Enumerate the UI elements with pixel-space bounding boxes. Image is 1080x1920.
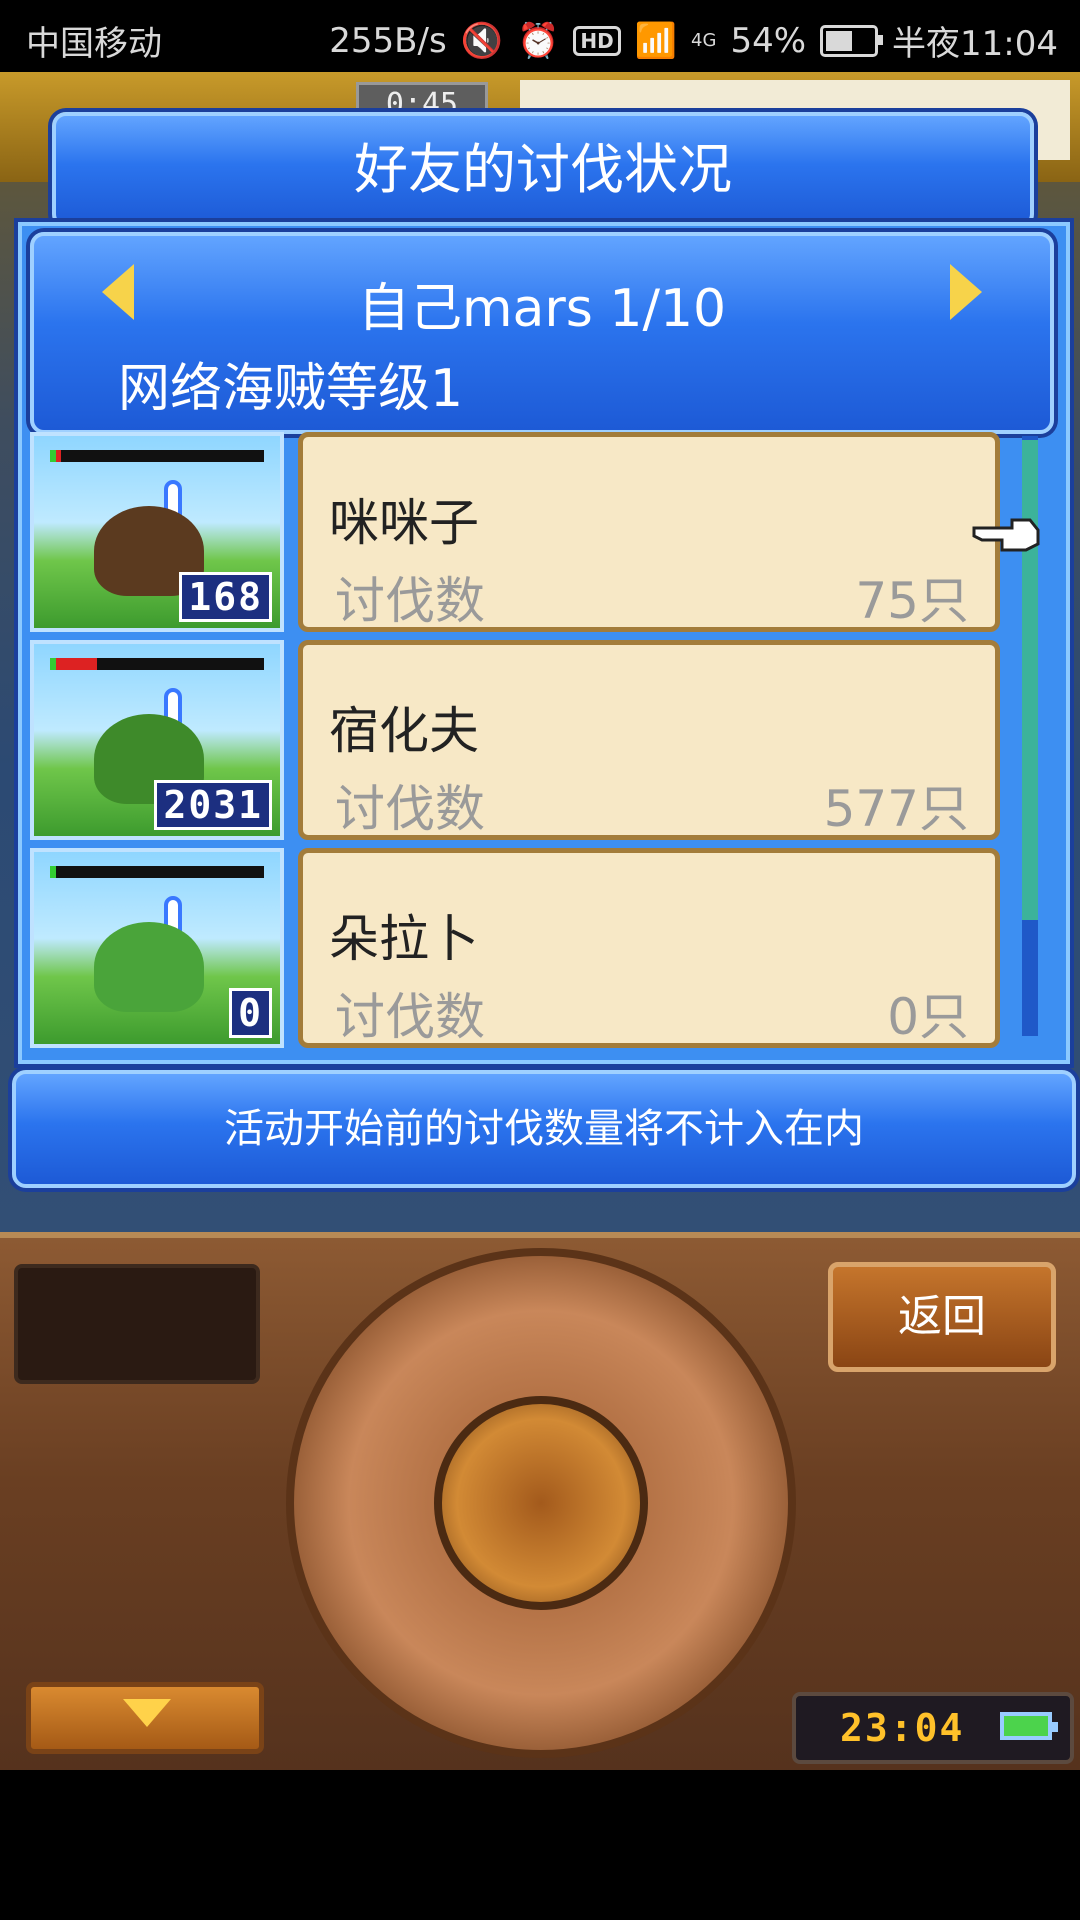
console-clock-time: 23:04: [840, 1706, 965, 1750]
kill-count-value: 75只: [855, 572, 969, 630]
friend-list[interactable]: 168 咪咪子 讨伐数 75只 2031 宿化夫 讨伐数 577只 0 朵拉卜 …: [30, 432, 1014, 1052]
kill-count-label: 讨伐数: [335, 572, 485, 630]
alarm-icon: ⏰: [517, 20, 560, 61]
dialog-title: 好友的讨伐状况: [354, 138, 732, 201]
down-arrow-button[interactable]: [26, 1682, 264, 1754]
kill-count-value: 577只: [823, 780, 969, 838]
monster-thumbnail: 2031: [30, 640, 284, 840]
bottom-bezel: [0, 1770, 1080, 1920]
monster-count: 0: [229, 988, 272, 1038]
net-speed: 255B/s: [329, 20, 447, 61]
carrier-label: 中国移动: [26, 24, 162, 64]
friend-row[interactable]: 2031 宿化夫 讨伐数 577只: [30, 640, 1014, 844]
hd-icon: HD: [573, 25, 621, 56]
game-console: 返回 23:04: [0, 1232, 1080, 1776]
status-bar: 中国移动 255B/s 🔇 ⏰ HD 📶 4G 54% 半夜11:04: [0, 0, 1080, 72]
notice-bar: 活动开始前的讨伐数量将不计入在内: [12, 1070, 1076, 1188]
kill-count-label: 讨伐数: [335, 988, 485, 1046]
kill-count-value: 0只: [887, 988, 969, 1046]
friend-row[interactable]: 168 咪咪子 讨伐数 75只: [30, 432, 1014, 636]
friend-card[interactable]: 咪咪子 讨伐数 75只: [298, 432, 1000, 632]
player-name: 自己mars 1/10: [357, 279, 727, 339]
console-clock: 23:04: [792, 1692, 1074, 1764]
wifi-icon: 📶: [634, 20, 678, 61]
mute-icon: 🔇: [460, 20, 503, 61]
dpad[interactable]: [286, 1248, 796, 1758]
next-arrow-icon[interactable]: [950, 264, 982, 320]
kill-count-label: 讨伐数: [335, 780, 485, 838]
hp-bar: [50, 866, 264, 878]
battery-icon: [820, 24, 884, 57]
back-button[interactable]: 返回: [828, 1262, 1056, 1372]
friend-card[interactable]: 宿化夫 讨伐数 577只: [298, 640, 1000, 840]
dpad-center-button[interactable]: [434, 1396, 648, 1610]
monster-count: 2031: [154, 780, 272, 830]
notice-text: 活动开始前的讨伐数量将不计入在内: [224, 1106, 864, 1152]
monster-count: 168: [179, 572, 272, 622]
hp-bar: [50, 658, 264, 670]
monster-thumbnail: 168: [30, 432, 284, 632]
friend-row[interactable]: 0 朵拉卜 讨伐数 0只: [30, 848, 1014, 1052]
monster-sprite: [94, 922, 204, 1012]
player-header: 自己mars 1/10 网络海贼等级1: [30, 232, 1054, 434]
battery-percent: 54%: [730, 20, 807, 61]
friend-card[interactable]: 朵拉卜 讨伐数 0只: [298, 848, 1000, 1048]
status-icons: 255B/s 🔇 ⏰ HD 📶 4G 54% 半夜11:04: [329, 16, 1058, 65]
friend-name: 朵拉卜: [329, 910, 479, 968]
dialog-title-bar: 好友的讨伐状况: [52, 112, 1034, 228]
hand-pointer-icon: [972, 518, 1040, 552]
console-battery-icon: [1000, 1712, 1058, 1740]
hp-bar: [50, 450, 264, 462]
friend-name: 宿化夫: [329, 702, 479, 760]
monster-thumbnail: 0: [30, 848, 284, 1048]
console-screen-slot: [14, 1264, 260, 1384]
network-type: 4G: [691, 30, 717, 51]
pirate-level: 网络海贼等级1: [118, 359, 464, 419]
friend-name: 咪咪子: [329, 494, 479, 552]
clock: 半夜11:04: [892, 24, 1058, 64]
